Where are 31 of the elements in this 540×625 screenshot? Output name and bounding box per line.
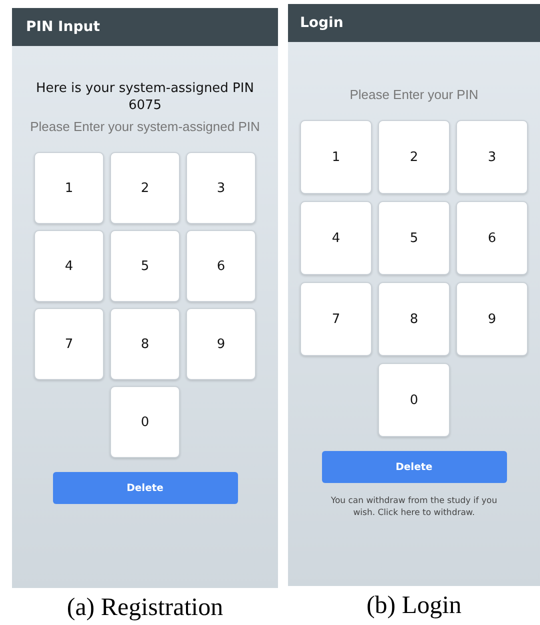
keypad-key[interactable]: 9	[186, 308, 256, 380]
keypad-key[interactable]: 6	[186, 230, 256, 302]
pin-prompt: Please Enter your system-assigned PIN	[30, 119, 260, 134]
pin-prompt: Please Enter your PIN	[350, 87, 478, 102]
keypad-key[interactable]: 8	[110, 308, 180, 380]
screen-title: PIN Input	[26, 19, 100, 35]
keypad-key[interactable]: 1	[34, 152, 104, 224]
keypad-key[interactable]: 7	[34, 308, 104, 380]
keypad-key[interactable]: 3	[186, 152, 256, 224]
delete-button[interactable]: Delete	[52, 472, 238, 504]
keypad-key[interactable]: 6	[456, 201, 528, 275]
keypad-key[interactable]: 0	[110, 386, 180, 458]
keypad-key[interactable]: 0	[378, 363, 450, 437]
keypad-key[interactable]: 2	[110, 152, 180, 224]
keypad-key[interactable]: 5	[378, 201, 450, 275]
assigned-pin: 6075	[128, 97, 162, 114]
pin-message: Here is your system-assigned PIN	[36, 80, 254, 97]
keypad-key[interactable]: 9	[456, 282, 528, 356]
keypad-key[interactable]: 7	[300, 282, 372, 356]
keypad-key[interactable]: 1	[300, 120, 372, 194]
keypad-key[interactable]: 5	[110, 230, 180, 302]
figure-caption: (b) Login	[366, 592, 462, 620]
keypad-key[interactable]: 2	[378, 120, 450, 194]
keypad-key[interactable]: 4	[34, 230, 104, 302]
keypad-key[interactable]: 8	[378, 282, 450, 356]
withdraw-note[interactable]: You can withdraw from the study if you wish. Click here to withdraw.	[319, 495, 509, 519]
screen-title: Login	[300, 15, 344, 31]
figure-caption: (a) Registration	[66, 594, 224, 622]
delete-button[interactable]: Delete	[322, 451, 506, 483]
keypad-key[interactable]: 4	[300, 201, 372, 275]
keypad-key[interactable]: 3	[456, 120, 528, 194]
